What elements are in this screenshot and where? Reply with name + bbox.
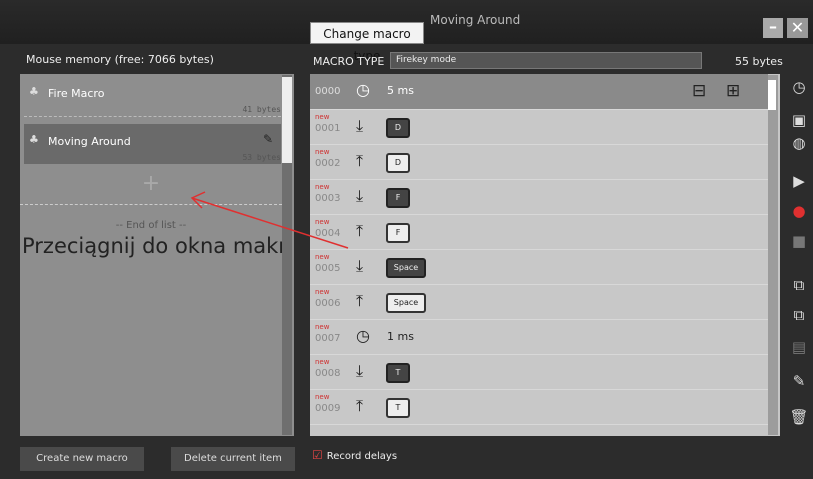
macro-step[interactable]: new 0006 ⤒ Space xyxy=(310,285,768,320)
key-badge: D xyxy=(386,153,410,173)
step-number: 0000 xyxy=(315,86,341,97)
macro-size: 41 bytes xyxy=(242,105,281,114)
insert-delay-icon[interactable]: ◷ xyxy=(788,76,810,98)
key-badge: F xyxy=(386,188,410,208)
step-number: 0001 xyxy=(315,123,341,134)
step-number: 0005 xyxy=(315,263,341,274)
step-number: 0007 xyxy=(315,333,341,344)
step-number: 0004 xyxy=(315,228,341,239)
macro-step[interactable]: new 0001 ⤓ D xyxy=(310,110,768,145)
clock-icon: ◷ xyxy=(356,80,370,99)
trash-icon[interactable]: 🗑 xyxy=(788,406,810,428)
add-macro-slot[interactable]: + xyxy=(20,164,282,205)
key-down-icon: ⤓ xyxy=(356,256,364,275)
new-tag: new xyxy=(315,323,330,331)
new-tag: new xyxy=(315,183,330,191)
copy-icon[interactable]: ⧉ xyxy=(788,274,810,296)
macro-steps-panel: 0000 ◷ 5 ms ⊟ ⊞ new 0001 ⤓ D new 0002 ⤒ … xyxy=(310,74,780,436)
record-icon[interactable]: ● xyxy=(788,200,810,222)
window-title: Moving Around xyxy=(430,13,521,27)
macro-step[interactable]: new 0008 ⤓ T xyxy=(310,355,768,390)
macro-steps-scrollbar[interactable] xyxy=(768,75,778,435)
macro-name: Moving Around xyxy=(48,135,131,148)
memory-label: Mouse memory (free: 7066 bytes) xyxy=(26,53,214,66)
macro-list-panel: ♣ Fire Macro 41 bytes ♣ Moving Around ✎ … xyxy=(20,74,294,436)
minimize-button[interactable]: – xyxy=(763,18,783,38)
step-number: 0009 xyxy=(315,403,341,414)
key-up-icon: ⤒ xyxy=(356,151,364,170)
new-tag: new xyxy=(315,253,330,261)
key-badge: D xyxy=(386,118,410,138)
delete-item-button[interactable]: Delete current item xyxy=(171,447,295,471)
expand-icon[interactable]: ⊞ xyxy=(726,81,740,101)
insert-mouse-icon[interactable]: ◍ xyxy=(788,132,810,154)
change-macro-type-button[interactable]: Change macro type xyxy=(310,22,424,63)
step-number: 0003 xyxy=(315,193,341,204)
macro-step[interactable]: new 0004 ⤒ F xyxy=(310,215,768,250)
macro-list-scroll-thumb[interactable] xyxy=(282,77,292,163)
checkbox-checked-icon[interactable]: ☑ xyxy=(312,448,323,462)
macro-step[interactable]: 0000 ◷ 5 ms ⊟ ⊞ xyxy=(310,74,768,110)
macro-step[interactable]: new 0009 ⤒ T xyxy=(310,390,768,425)
macro-item-moving[interactable]: ♣ Moving Around ✎ 53 bytes xyxy=(24,124,281,164)
key-badge: Space xyxy=(386,293,426,313)
edit-key-icon[interactable]: ✎ xyxy=(788,370,810,392)
stop-icon[interactable]: ■ xyxy=(788,230,810,252)
macro-icon: ♣ xyxy=(29,133,39,146)
new-tag: new xyxy=(315,288,330,296)
collapse-icon[interactable]: ⊟ xyxy=(692,81,706,101)
key-down-icon: ⤓ xyxy=(356,361,364,380)
clock-icon: ◷ xyxy=(356,326,370,345)
insert-key-icon[interactable]: ▣ xyxy=(788,109,810,131)
macro-steps-scroll-thumb[interactable] xyxy=(768,80,776,110)
edit-icon[interactable]: ✎ xyxy=(263,132,273,146)
save-icon[interactable]: ▤ xyxy=(788,336,810,358)
macro-name: Fire Macro xyxy=(48,87,105,100)
end-of-list-label: -- End of list -- xyxy=(115,220,187,231)
macro-type-field[interactable]: Firekey mode xyxy=(390,52,702,69)
drag-hint-text: Przeciągnij do okna makr xyxy=(22,234,287,258)
macro-type-label: MACRO TYPE xyxy=(313,55,385,68)
step-number: 0002 xyxy=(315,158,341,169)
right-toolbar: ◷ ▣ ◍ ▶ ● ■ ⧉ ⧉ ▤ ✎ 🗑 xyxy=(785,74,813,436)
new-tag: new xyxy=(315,113,330,121)
new-tag: new xyxy=(315,358,330,366)
macro-step[interactable]: new 0007 ◷ 1 ms xyxy=(310,320,768,355)
new-tag: new xyxy=(315,393,330,401)
macro-step[interactable]: new 0002 ⤒ D xyxy=(310,145,768,180)
step-number: 0008 xyxy=(315,368,341,379)
key-up-icon: ⤒ xyxy=(356,221,364,240)
paste-icon[interactable]: ⧉ xyxy=(788,304,810,326)
macro-step[interactable]: new 0005 ⤓ Space xyxy=(310,250,768,285)
insert-cursor-icon[interactable]: ▶ xyxy=(788,170,810,192)
key-down-icon: ⤓ xyxy=(356,186,364,205)
key-badge: T xyxy=(386,363,410,383)
key-down-icon: ⤓ xyxy=(356,116,364,135)
macro-step[interactable]: new 0003 ⤓ F xyxy=(310,180,768,215)
step-delay: 1 ms xyxy=(387,330,414,343)
close-button[interactable]: ✕ xyxy=(787,18,808,38)
key-up-icon: ⤒ xyxy=(356,291,364,310)
create-macro-button[interactable]: Create new macro xyxy=(20,447,144,471)
macro-icon: ♣ xyxy=(29,85,39,98)
record-delays-label: Record delays xyxy=(326,451,398,462)
step-delay: 5 ms xyxy=(387,84,414,97)
new-tag: new xyxy=(315,218,330,226)
record-delays-checkbox[interactable]: ☑ Record delays xyxy=(312,448,397,462)
macro-size: 53 bytes xyxy=(242,153,281,162)
new-tag: new xyxy=(315,148,330,156)
step-number: 0006 xyxy=(315,298,341,309)
macro-item-fire[interactable]: ♣ Fire Macro 41 bytes xyxy=(24,76,281,117)
key-up-icon: ⤒ xyxy=(356,396,364,415)
macro-size-label: 55 bytes xyxy=(735,55,783,68)
key-badge: F xyxy=(386,223,410,243)
key-badge: T xyxy=(386,398,410,418)
key-badge: Space xyxy=(386,258,426,278)
